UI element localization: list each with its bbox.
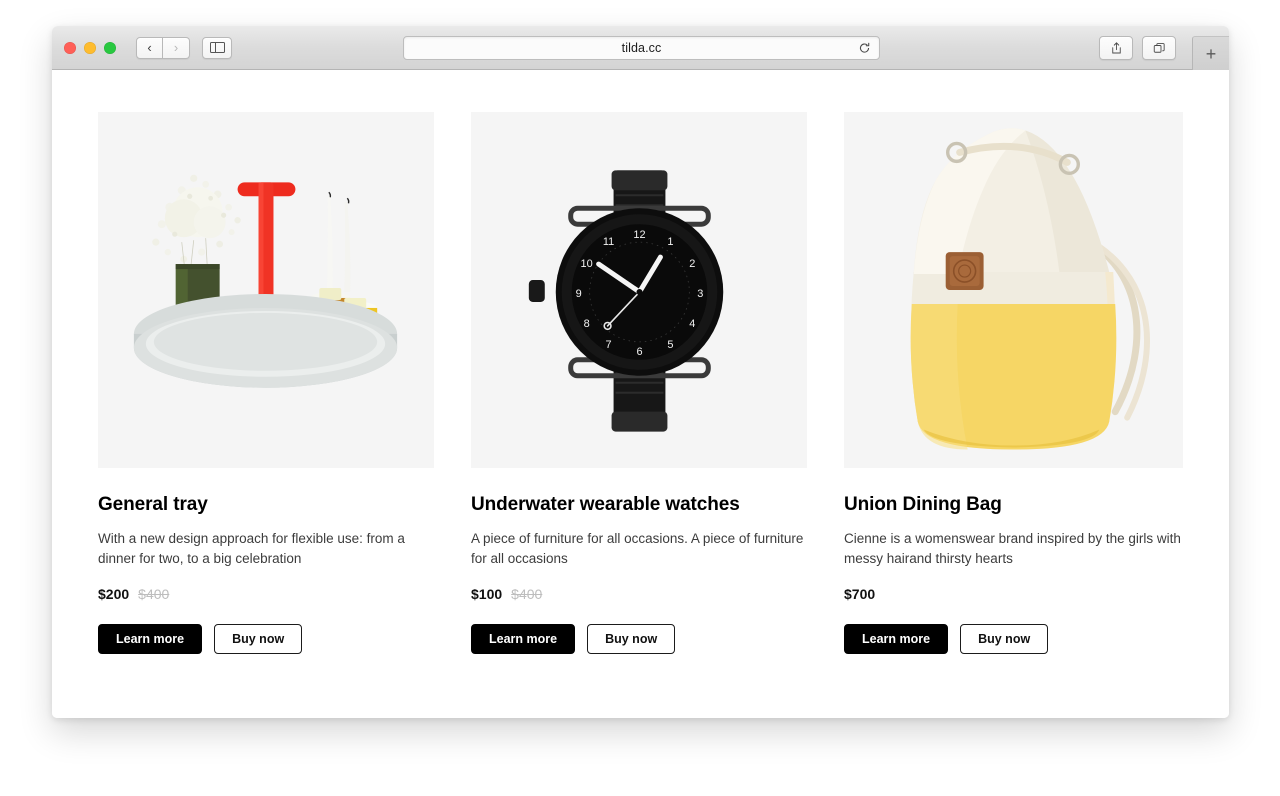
close-window-button[interactable] bbox=[64, 41, 76, 54]
zoom-window-button[interactable] bbox=[104, 41, 116, 54]
chevron-right-icon: › bbox=[173, 40, 179, 55]
toolbar-right-actions bbox=[1099, 36, 1176, 60]
svg-text:3: 3 bbox=[697, 288, 703, 300]
current-price: $700 bbox=[844, 586, 876, 602]
product-grid: General tray With a new design approach … bbox=[52, 112, 1229, 654]
price-row: $100 $400 bbox=[471, 586, 807, 602]
tab-overview-icon bbox=[1153, 42, 1165, 53]
product-title: Underwater wearable watches bbox=[471, 494, 740, 515]
svg-text:2: 2 bbox=[689, 258, 695, 270]
card-actions: Learn more Buy now bbox=[471, 624, 807, 654]
price-row: $200 $400 bbox=[98, 586, 434, 602]
svg-text:6: 6 bbox=[636, 346, 642, 358]
buy-now-button[interactable]: Buy now bbox=[214, 624, 303, 654]
svg-text:4: 4 bbox=[689, 318, 695, 330]
product-card: Union Dining Bag Cienne is a womenswear … bbox=[844, 112, 1183, 654]
union-dining-bag-photo[interactable] bbox=[844, 112, 1183, 468]
current-price: $200 bbox=[98, 586, 130, 602]
navigation-buttons: ‹ › bbox=[136, 36, 190, 59]
svg-text:12: 12 bbox=[633, 229, 645, 241]
learn-more-button[interactable]: Learn more bbox=[471, 624, 576, 654]
url-text: tilda.cc bbox=[621, 41, 662, 55]
sidebar-icon bbox=[209, 42, 225, 53]
price-row: $700 bbox=[844, 586, 1183, 602]
reload-icon[interactable] bbox=[858, 42, 871, 55]
svg-text:11: 11 bbox=[603, 236, 614, 248]
chevron-left-icon: ‹ bbox=[147, 40, 152, 55]
svg-text:8: 8 bbox=[584, 318, 590, 330]
product-title: Union Dining Bag bbox=[844, 494, 1002, 515]
original-price: $400 bbox=[511, 586, 543, 602]
minimize-window-button[interactable] bbox=[84, 41, 96, 54]
back-button[interactable]: ‹ bbox=[136, 36, 163, 59]
svg-text:5: 5 bbox=[667, 339, 673, 351]
tab-overview-button[interactable] bbox=[1142, 36, 1176, 60]
sidebar-toggle-button[interactable] bbox=[202, 36, 232, 59]
learn-more-button[interactable]: Learn more bbox=[98, 624, 203, 654]
buy-now-button[interactable]: Buy now bbox=[960, 624, 1049, 654]
plus-icon: + bbox=[1205, 43, 1217, 64]
watch-photo[interactable]: 12 1 2 3 4 5 6 7 8 9 10 11 bbox=[471, 112, 807, 468]
svg-text:7: 7 bbox=[606, 339, 612, 351]
original-price: $400 bbox=[138, 586, 170, 602]
card-actions: Learn more Buy now bbox=[98, 624, 434, 654]
general-tray-photo[interactable] bbox=[98, 112, 434, 468]
page-content: General tray With a new design approach … bbox=[52, 70, 1229, 718]
product-description: A piece of furniture for all occasions. … bbox=[471, 531, 804, 566]
learn-more-button[interactable]: Learn more bbox=[844, 624, 949, 654]
product-description: Cienne is a womenswear brand inspired by… bbox=[844, 531, 1181, 566]
share-icon bbox=[1111, 41, 1121, 53]
address-bar[interactable]: tilda.cc bbox=[403, 36, 880, 60]
browser-toolbar: ‹ › tilda.cc + bbox=[52, 26, 1229, 70]
product-card: General tray With a new design approach … bbox=[98, 112, 434, 654]
current-price: $100 bbox=[471, 586, 503, 602]
share-button[interactable] bbox=[1099, 36, 1133, 60]
browser-window: ‹ › tilda.cc + General tray With a new d… bbox=[52, 26, 1229, 718]
buy-now-button[interactable]: Buy now bbox=[587, 624, 676, 654]
product-title: General tray bbox=[98, 494, 208, 515]
svg-text:1: 1 bbox=[667, 236, 673, 248]
forward-button[interactable]: › bbox=[163, 36, 190, 59]
svg-text:10: 10 bbox=[581, 258, 593, 270]
product-card: 12 1 2 3 4 5 6 7 8 9 10 11 Underwater we… bbox=[471, 112, 807, 654]
product-description: With a new design approach for flexible … bbox=[98, 531, 405, 566]
svg-text:9: 9 bbox=[576, 288, 582, 300]
new-tab-button[interactable]: + bbox=[1192, 36, 1229, 70]
window-controls bbox=[64, 41, 116, 54]
card-actions: Learn more Buy now bbox=[844, 624, 1183, 654]
